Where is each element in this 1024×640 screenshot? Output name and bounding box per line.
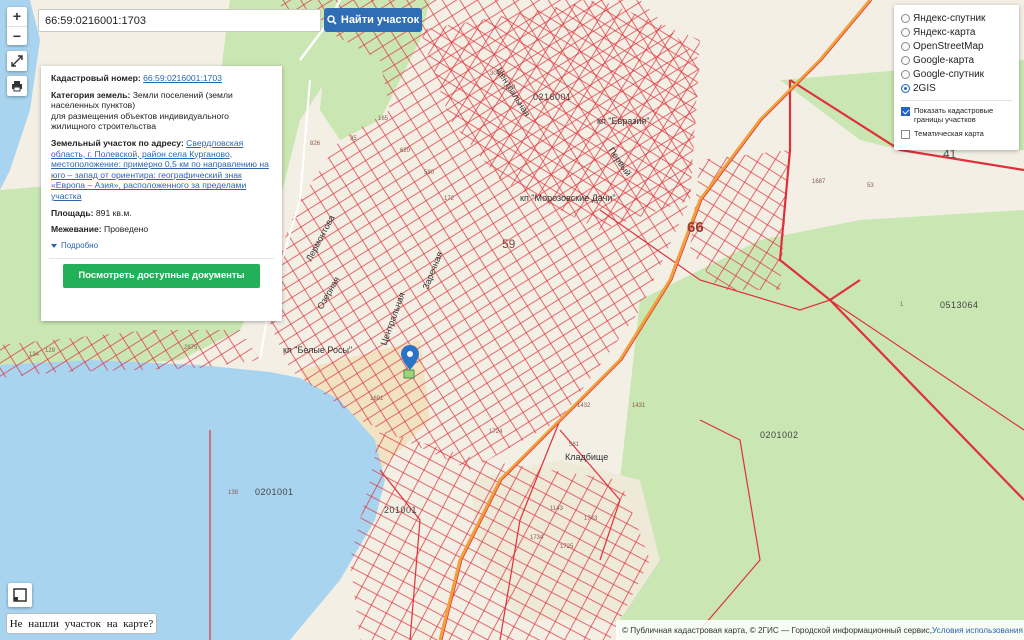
plot-number: 580: [424, 170, 435, 176]
plot-number: 2899: [502, 85, 516, 91]
radio-icon: [901, 55, 910, 65]
layer-option-2gis[interactable]: 2GIS: [901, 81, 1019, 95]
caret-down-icon: [51, 244, 57, 249]
layer-option-label: Яндекс-спутник: [913, 12, 986, 24]
plot-number: 2875: [184, 345, 198, 351]
parcel-info-panel: Кадастровый номер: 66:59:0216001:1703 Ка…: [41, 66, 282, 321]
divider: [49, 258, 274, 260]
map-label-kp-evrazia: кп "Евразия": [597, 116, 649, 126]
layer-option-yandex-satellite[interactable]: Яндекс-спутник: [901, 11, 1019, 25]
plot-number: 1691: [370, 396, 384, 402]
map-label-quarter-1: 0216001: [533, 92, 572, 102]
land-use-value: для размещения объектов индивидуального …: [51, 110, 229, 132]
survey-label: Межевание:: [51, 224, 102, 235]
radio-selected-icon: [901, 83, 910, 93]
layer-switcher: Яндекс-спутник Яндекс-карта OpenStreetMa…: [894, 5, 1019, 150]
map-label-quarter-4: 0201001: [255, 487, 294, 497]
plot-number: 165: [378, 116, 389, 122]
plot-number: 1432: [577, 403, 591, 409]
thematic-map-checkbox[interactable]: Тематическая карта: [901, 129, 1019, 139]
plot-number: 129: [45, 348, 56, 354]
map-attribution: © Публичная кадастровая карта, © 2ГИС — …: [616, 620, 1024, 640]
plot-number: 1743: [584, 516, 598, 522]
plot-number: 826: [310, 141, 321, 147]
plot-number: 134: [29, 352, 40, 358]
show-borders-label: Показать кадастровые границы участков: [914, 106, 994, 124]
printer-icon: [12, 81, 22, 92]
plot-number: 53: [867, 183, 874, 189]
zoom-control: + −: [7, 7, 27, 45]
plot-number: 1724: [489, 429, 503, 435]
plot-number: 3049: [490, 71, 504, 77]
map-label-quarter-3: 0201002: [760, 430, 799, 440]
plot-number: 1725: [560, 544, 574, 550]
expand-icon: [11, 55, 23, 67]
radio-icon: [901, 13, 910, 23]
layer-option-yandex-map[interactable]: Яндекс-карта: [901, 25, 1019, 39]
find-parcel-button[interactable]: Найти участок: [324, 8, 422, 32]
layer-option-label: 2GIS: [913, 82, 936, 94]
checkbox-checked-icon: [901, 107, 910, 116]
radio-icon: [901, 69, 910, 79]
map-label-quarter-2: 0513064: [940, 300, 979, 310]
cadastral-number-label: Кадастровый номер:: [51, 73, 141, 83]
map-label-quarter-5: 201001: [384, 505, 417, 515]
land-category-label: Категория земель:: [51, 89, 131, 100]
thematic-map-label: Тематическая карта: [914, 129, 984, 138]
fullscreen-button[interactable]: [7, 51, 27, 71]
view-documents-button[interactable]: Посмотреть доступные документы: [63, 264, 260, 289]
checkbox-icon: [901, 130, 910, 139]
map-label-kp-morskie: кп "Морозовские Дачи": [520, 193, 616, 203]
layer-option-google-satellite[interactable]: Google-спутник: [901, 67, 1019, 81]
cadastral-number-link[interactable]: 66:59:0216001:1703: [143, 73, 222, 83]
plot-number: 620: [400, 148, 411, 154]
layer-option-label: Google-карта: [913, 54, 975, 66]
area-label: Площадь:: [51, 207, 94, 218]
zoom-out-button[interactable]: −: [7, 26, 27, 45]
print-button[interactable]: [7, 76, 27, 96]
legend-button[interactable]: [8, 583, 32, 607]
terms-link[interactable]: Условия использования: [932, 626, 1023, 635]
show-cadastral-borders-checkbox[interactable]: Показать кадастровые границы участков: [901, 106, 1019, 124]
plot-number: 172: [444, 196, 455, 202]
layer-option-google-map[interactable]: Google-карта: [901, 53, 1019, 67]
details-label: Подробно: [61, 240, 99, 250]
address-label: Земельный участок по адресу:: [51, 137, 184, 148]
attribution-text: © Публичная кадастровая карта, © 2ГИС — …: [622, 625, 933, 635]
map-label-cemetery: Кладбище: [565, 452, 608, 462]
layer-option-label: Яндекс-карта: [913, 26, 976, 38]
zoom-in-button[interactable]: +: [7, 7, 27, 26]
radio-icon: [901, 27, 910, 37]
plot-number: 1687: [812, 179, 826, 185]
plot-number: 1734: [530, 535, 544, 541]
plot-number: 138: [228, 490, 239, 496]
layer-option-label: Google-спутник: [913, 68, 985, 80]
find-parcel-label: Найти участок: [340, 14, 420, 26]
map-label-kp-belye: кп "Белые Росы": [283, 345, 352, 355]
survey-value: Проведено: [104, 224, 149, 235]
layer-option-label: OpenStreetMap: [913, 40, 984, 52]
not-found-button[interactable]: Не нашли участок на карте?: [6, 613, 157, 634]
plot-number: 1143: [550, 506, 564, 512]
details-toggle[interactable]: Подробно: [51, 241, 272, 252]
plot-number: 581: [569, 442, 580, 448]
cadastral-search-input[interactable]: [38, 9, 321, 32]
plot-number: 1431: [632, 403, 646, 409]
plot-number: 35: [350, 136, 357, 142]
legend-icon: [13, 588, 27, 602]
layer-option-openstreetmap[interactable]: OpenStreetMap: [901, 39, 1019, 53]
area-value: 891 кв.м.: [95, 207, 132, 218]
radio-icon: [901, 41, 910, 51]
divider: [901, 100, 1012, 101]
map-label-59: 59: [502, 237, 516, 251]
search-icon: [327, 15, 337, 25]
map-label-road-66: 66: [687, 219, 704, 236]
